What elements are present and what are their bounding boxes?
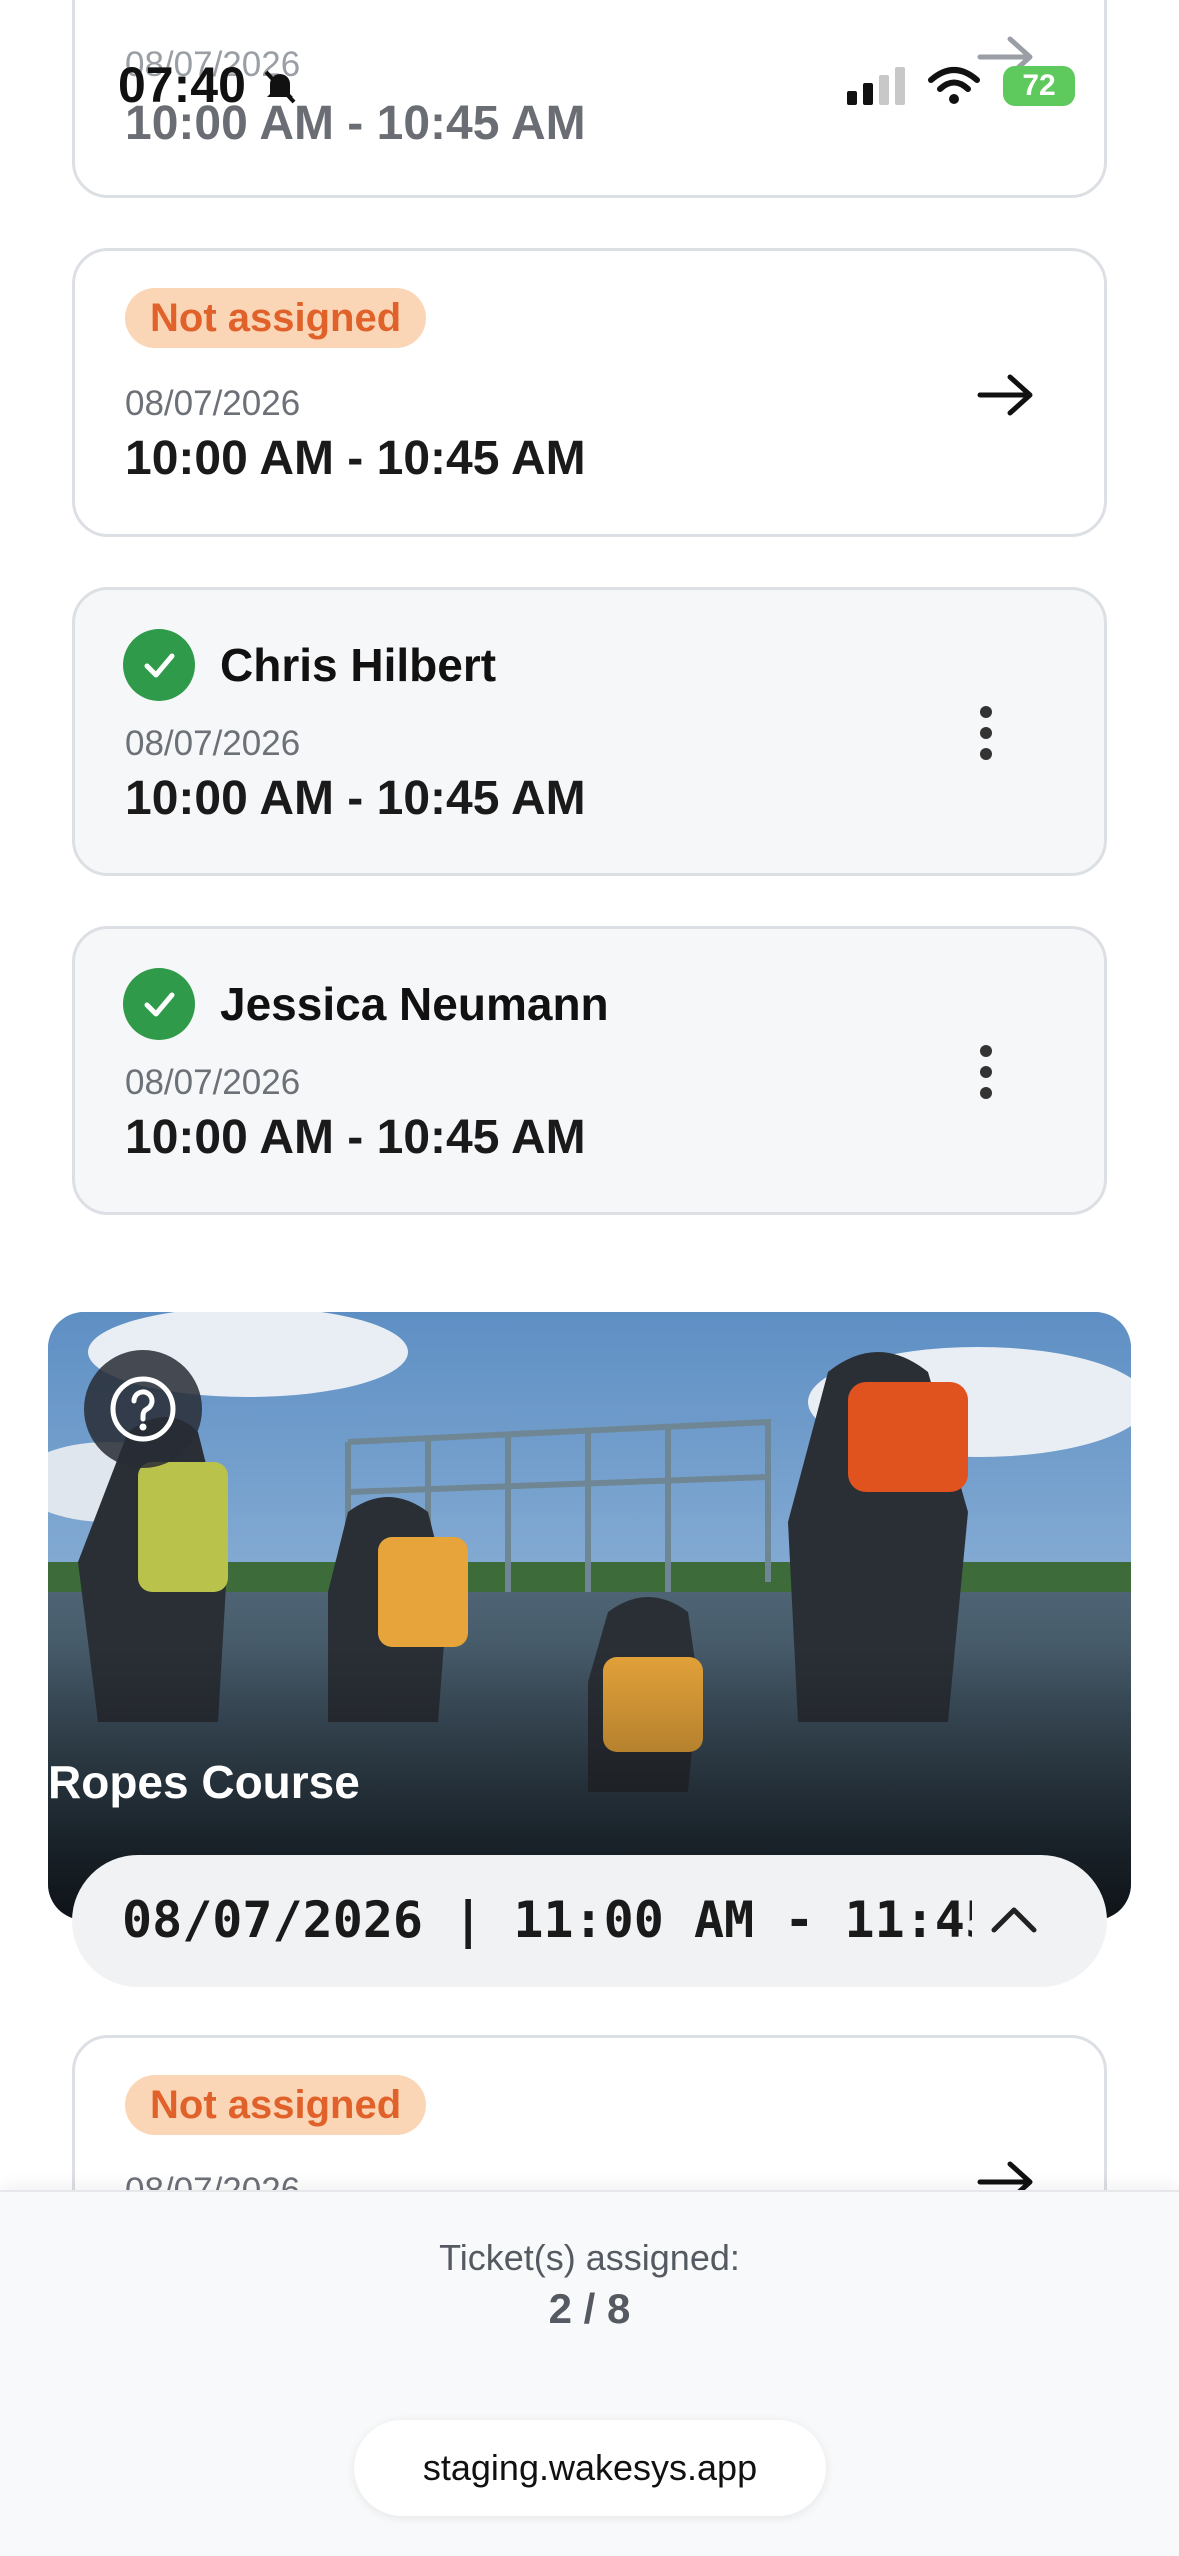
question-circle-icon <box>110 1376 176 1442</box>
not-assigned-badge: Not assigned <box>125 2075 427 2135</box>
help-button[interactable] <box>84 1350 202 1468</box>
assigned-person-name: Chris Hilbert <box>220 639 497 691</box>
ticket-time: 10:00 AM - 10:45 AM <box>125 432 586 485</box>
arrow-right-icon[interactable] <box>976 371 1036 419</box>
tickets-assigned-label: Ticket(s) assigned: <box>439 2237 740 2278</box>
wifi-icon <box>928 67 980 104</box>
activity-image <box>48 1312 1131 1920</box>
bell-muted-icon <box>264 70 296 104</box>
browser-url-bar[interactable]: staging.wakesys.app <box>354 2420 826 2516</box>
ticket-time: 10:00 AM - 10:45 AM <box>125 1111 586 1164</box>
more-options-icon[interactable] <box>978 705 994 761</box>
time-slot-selector[interactable]: 08/07/2026 | 11:00 AM - 11:45 AM <box>72 1855 1107 1987</box>
status-time: 07:40 <box>118 56 300 114</box>
battery-icon: 72 <box>1003 66 1075 106</box>
more-options-icon[interactable] <box>978 1044 994 1100</box>
activity-photo <box>48 1312 1131 1920</box>
ticket-card[interactable]: Not assigned 08/07/2026 10:00 AM - 10:45… <box>72 248 1107 537</box>
ticket-date: 08/07/2026 <box>125 1063 301 1102</box>
ticket-date: 08/07/2026 <box>125 724 301 763</box>
tickets-assigned-count: 2 / 8 <box>548 2285 631 2332</box>
check-circle-icon <box>123 629 195 701</box>
assigned-person-name: Jessica Neumann <box>220 978 609 1030</box>
check-circle-icon <box>123 968 195 1040</box>
activity-title: Ropes Course <box>48 1756 360 1808</box>
ticket-card[interactable]: Jessica Neumann 08/07/2026 10:00 AM - 10… <box>72 926 1107 1215</box>
battery-level: 72 <box>1022 69 1056 102</box>
signal-icon <box>847 67 905 105</box>
not-assigned-badge: Not assigned <box>125 288 427 348</box>
time-slot-text: 08/07/2026 | 11:00 AM - 11:45 AM <box>122 1891 972 1949</box>
ticket-card[interactable]: Chris Hilbert 08/07/2026 10:00 AM - 10:4… <box>72 587 1107 876</box>
chevron-up-icon[interactable] <box>989 1895 1039 1945</box>
status-icons: 72 <box>847 62 1075 110</box>
ticket-time: 10:00 AM - 10:45 AM <box>125 772 586 825</box>
ticket-date: 08/07/2026 <box>125 384 301 423</box>
status-time-text: 07:40 <box>118 57 246 113</box>
